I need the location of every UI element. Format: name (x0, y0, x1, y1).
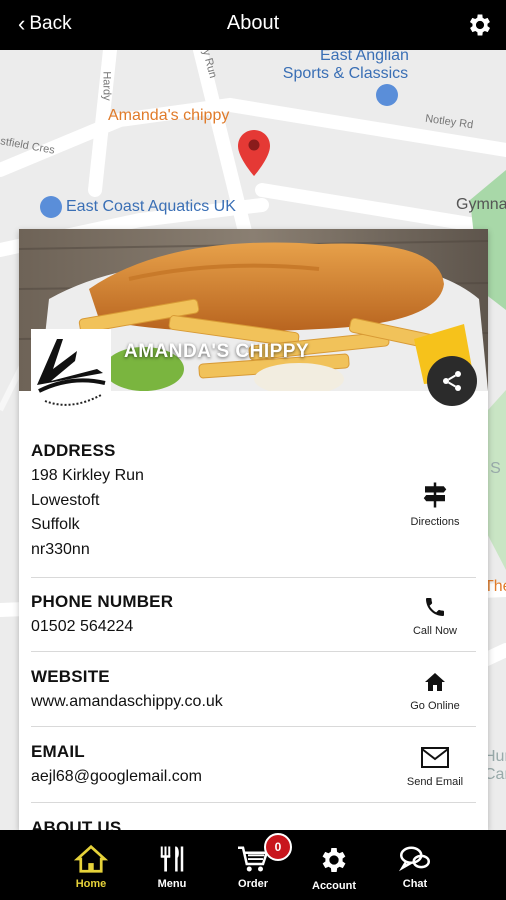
directions-button[interactable]: Directions (395, 480, 475, 528)
map-label-sports: East Anglian Sports & Classics (283, 50, 409, 83)
signpost-icon (423, 482, 447, 508)
page-title: About (226, 12, 280, 34)
tab-account[interactable]: Account (294, 830, 374, 900)
about-section: ABOUT US (31, 818, 476, 830)
tab-home[interactable]: Home (51, 830, 131, 900)
bottom-tab-bar: Home Menu Order Account Chat (0, 830, 506, 900)
tab-menu-label: Menu (157, 878, 187, 890)
business-name: AMANDA'S CHIPPY (124, 341, 310, 362)
directions-label: Directions (410, 516, 460, 528)
address-line: nr330nn (31, 540, 90, 558)
street-label-hardy: Hardy (100, 71, 113, 101)
divider (31, 577, 476, 578)
top-bar: ‹ Back About (0, 0, 506, 50)
business-card: AMANDA'S CHIPPY ADDRESS 198 Kirkley Run … (19, 229, 488, 830)
shopping-bag-icon (376, 84, 398, 106)
divider (31, 651, 476, 652)
about-heading: ABOUT US (31, 818, 122, 830)
share-button[interactable] (427, 356, 477, 406)
tab-home-label: Home (75, 878, 107, 890)
tab-chat[interactable]: Chat (375, 830, 455, 900)
map-label-chippy: Amanda's chippy (108, 107, 230, 124)
cutlery-icon (160, 846, 184, 872)
map-label-aquatics: East Coast Aquatics UK (66, 198, 236, 215)
tab-chat-label: Chat (402, 878, 428, 890)
call-now-button[interactable]: Call Now (395, 595, 475, 637)
map-label-sports-line2: Sports & Classics (282, 65, 409, 82)
gear-icon (322, 848, 346, 872)
shopping-bag-icon (40, 196, 62, 218)
business-logo (31, 329, 111, 411)
share-icon (443, 371, 461, 391)
home-icon (425, 673, 445, 691)
logo-image (37, 339, 106, 406)
call-now-label: Call Now (412, 625, 457, 637)
home-icon (74, 844, 108, 873)
cart-count-badge: 0 (264, 833, 292, 861)
gear-icon[interactable] (466, 11, 494, 39)
chat-bubbles-icon (398, 846, 430, 872)
envelope-icon (421, 747, 449, 768)
tab-menu[interactable]: Menu (132, 830, 212, 900)
tab-account-label: Account (312, 880, 356, 892)
map-label-gym: Gymna (456, 196, 506, 213)
location-pin-icon (238, 130, 270, 176)
send-email-label: Send Email (406, 776, 464, 788)
phone-icon (426, 598, 444, 616)
map-label-sports-line1: East Anglian (320, 50, 409, 64)
divider (31, 802, 476, 803)
go-online-button[interactable]: Go Online (395, 670, 475, 712)
address-heading: ADDRESS (31, 441, 116, 460)
go-online-label: Go Online (410, 700, 460, 712)
divider (31, 726, 476, 727)
tab-order-label: Order (238, 878, 268, 890)
send-email-button[interactable]: Send Email (395, 746, 475, 788)
